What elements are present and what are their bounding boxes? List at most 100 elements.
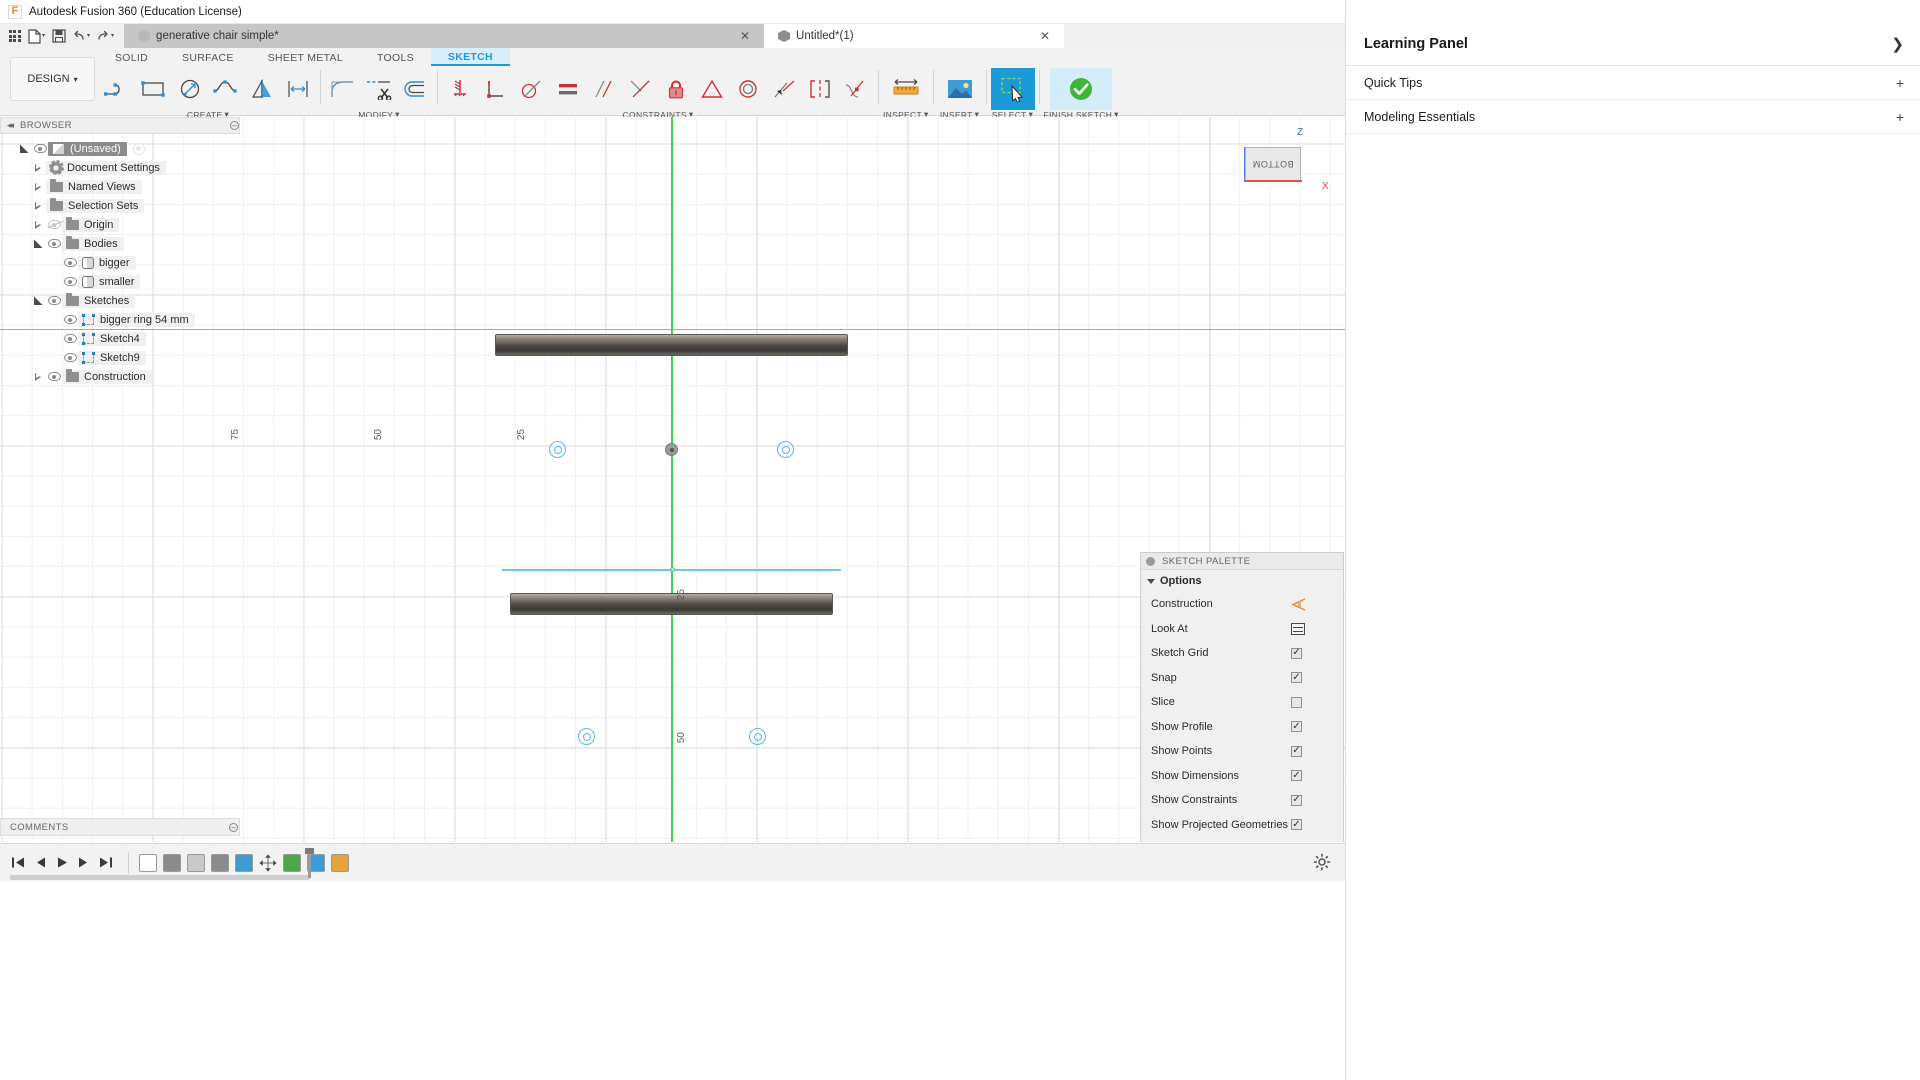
twisty-down-icon[interactable] bbox=[16, 144, 32, 153]
tree-item-bodies[interactable]: Bodies bbox=[0, 234, 240, 253]
tree-label-selection-sets[interactable]: Selection Sets bbox=[46, 199, 144, 213]
skip-to-end-icon[interactable] bbox=[98, 855, 114, 871]
tree-label-bodies[interactable]: Bodies bbox=[62, 237, 124, 251]
learning-row-modeling-essentials[interactable]: Modeling Essentials + bbox=[1346, 100, 1920, 134]
palette-row-show-dimensions[interactable]: Show Dimensions ✓ bbox=[1141, 764, 1343, 789]
finish-sketch-check-icon[interactable] bbox=[1050, 68, 1112, 110]
vertical-horizontal-constraint-icon[interactable] bbox=[802, 68, 838, 110]
timeline-scrollbar[interactable] bbox=[10, 875, 310, 880]
checkbox-show-projected-geometries[interactable]: ✓ bbox=[1291, 819, 1302, 830]
offset-tool-icon[interactable] bbox=[397, 68, 433, 110]
parallel-constraint-icon[interactable] bbox=[586, 68, 622, 110]
sketch-point-lower-right[interactable] bbox=[749, 728, 766, 745]
select-cursor-icon[interactable] bbox=[991, 68, 1035, 110]
fillet-tool-icon[interactable] bbox=[325, 68, 361, 110]
step-forward-icon[interactable] bbox=[76, 855, 92, 871]
tree-item-sketches[interactable]: Sketches bbox=[0, 291, 240, 310]
palette-row-show-constraints[interactable]: Show Constraints ✓ bbox=[1141, 788, 1343, 813]
fix-constraint-icon[interactable] bbox=[442, 68, 478, 110]
ribbon-tab-surface[interactable]: SURFACE bbox=[165, 48, 251, 66]
mirror-tool-icon[interactable] bbox=[244, 68, 280, 110]
twisty-right-icon[interactable] bbox=[30, 183, 46, 191]
body-smaller[interactable] bbox=[510, 593, 833, 615]
learning-row-quick-tips[interactable]: Quick Tips + bbox=[1346, 66, 1920, 100]
tree-label-sketch4[interactable]: Sketch4 bbox=[78, 332, 146, 346]
tree-item-bigger-ring-54mm[interactable]: bigger ring 54 mm bbox=[0, 310, 240, 329]
line-tool-icon[interactable] bbox=[100, 68, 136, 110]
view-cube[interactable]: Z X BOTTOM bbox=[1237, 127, 1327, 205]
collapse-panel-icon[interactable]: ◂◂ bbox=[7, 120, 12, 131]
sketch-origin-point[interactable] bbox=[665, 443, 678, 456]
sketch-construction-line[interactable] bbox=[502, 569, 841, 571]
step-back-icon[interactable] bbox=[32, 855, 48, 871]
tree-item-unsaved[interactable]: (Unsaved) bbox=[0, 139, 240, 158]
palette-row-show-profile[interactable]: Show Profile ✓ bbox=[1141, 715, 1343, 740]
expand-quick-tips-icon[interactable]: + bbox=[1896, 75, 1904, 91]
twisty-right-icon[interactable] bbox=[30, 221, 46, 229]
tree-label-document-settings[interactable]: Document Settings bbox=[46, 161, 166, 175]
expand-modeling-essentials-icon[interactable]: + bbox=[1896, 109, 1904, 125]
checkbox-sketch-grid[interactable]: ✓ bbox=[1291, 648, 1302, 659]
ribbon-tab-solid[interactable]: SOLID bbox=[98, 48, 165, 66]
save-icon[interactable] bbox=[49, 25, 68, 47]
timeline-item[interactable] bbox=[331, 854, 349, 872]
timeline-item[interactable] bbox=[235, 854, 253, 872]
checkbox-show-profile[interactable]: ✓ bbox=[1291, 721, 1302, 732]
skip-to-start-icon[interactable] bbox=[10, 855, 26, 871]
palette-row-slice[interactable]: Slice bbox=[1141, 690, 1343, 715]
palette-section-options[interactable]: Options bbox=[1141, 570, 1343, 592]
tree-item-document-settings[interactable]: Document Settings bbox=[0, 158, 240, 177]
tree-item-bigger[interactable]: bigger bbox=[0, 253, 240, 272]
tree-label-sketch9[interactable]: Sketch9 bbox=[78, 351, 146, 365]
spline-tool-icon[interactable] bbox=[208, 68, 244, 110]
twisty-right-icon[interactable] bbox=[30, 373, 46, 381]
undo-icon[interactable]: ▾ bbox=[70, 25, 92, 47]
visibility-eye-icon[interactable] bbox=[62, 334, 78, 343]
tree-label-sketches[interactable]: Sketches bbox=[62, 294, 135, 308]
browser-panel-handle[interactable]: – bbox=[230, 117, 244, 134]
body-bigger[interactable] bbox=[495, 334, 848, 356]
tree-label-unsaved[interactable]: (Unsaved) bbox=[48, 142, 127, 156]
document-tab-generative-chair[interactable]: generative chair simple* ✕ bbox=[124, 24, 764, 48]
tree-item-selection-sets[interactable]: Selection Sets bbox=[0, 196, 240, 215]
twisty-right-icon[interactable] bbox=[30, 202, 46, 210]
timeline-item[interactable] bbox=[139, 854, 157, 872]
rectangle-tool-icon[interactable] bbox=[136, 68, 172, 110]
tree-item-origin[interactable]: Origin bbox=[0, 215, 240, 234]
viewcube-face-bottom[interactable]: BOTTOM bbox=[1245, 147, 1301, 181]
checkbox-snap[interactable]: ✓ bbox=[1291, 672, 1302, 683]
palette-row-3d-sketch[interactable]: 3D Sketch ✓ bbox=[1141, 837, 1343, 842]
play-icon[interactable] bbox=[54, 855, 70, 871]
palette-row-show-points[interactable]: Show Points ✓ bbox=[1141, 739, 1343, 764]
sketch-point-upper-left[interactable] bbox=[549, 441, 566, 458]
palette-pin-icon[interactable] bbox=[1146, 557, 1155, 566]
curvature-constraint-icon[interactable] bbox=[838, 68, 874, 110]
tree-label-named-views[interactable]: Named Views bbox=[46, 180, 142, 194]
visibility-eye-icon[interactable] bbox=[46, 239, 62, 248]
active-tab-close-icon[interactable]: ✕ bbox=[1026, 29, 1050, 43]
file-icon[interactable]: ▾ bbox=[26, 25, 47, 47]
timeline-item[interactable] bbox=[163, 854, 181, 872]
palette-row-construction[interactable]: Construction bbox=[1141, 592, 1343, 617]
document-tab-close-icon[interactable]: ✕ bbox=[726, 29, 750, 43]
palette-row-sketch-grid[interactable]: Sketch Grid ✓ bbox=[1141, 641, 1343, 666]
comments-panel[interactable]: COMMENTS – bbox=[0, 818, 240, 836]
redo-icon[interactable]: ▾ bbox=[94, 25, 116, 47]
twisty-right-icon[interactable] bbox=[30, 164, 46, 172]
sketch-point-upper-right[interactable] bbox=[777, 441, 794, 458]
ribbon-tab-tools[interactable]: TOOLS bbox=[360, 48, 431, 66]
look-at-icon[interactable] bbox=[1291, 623, 1343, 635]
dimension-tool-icon[interactable] bbox=[280, 68, 316, 110]
midpoint-constraint-icon[interactable] bbox=[622, 68, 658, 110]
tree-item-named-views[interactable]: Named Views bbox=[0, 177, 240, 196]
activate-component-radio[interactable] bbox=[133, 143, 145, 155]
concentric-constraint-icon[interactable] bbox=[730, 68, 766, 110]
palette-row-show-projected-geometries[interactable]: Show Projected Geometries ✓ bbox=[1141, 813, 1343, 838]
twisty-down-icon[interactable] bbox=[30, 296, 46, 305]
palette-row-snap[interactable]: Snap ✓ bbox=[1141, 666, 1343, 691]
tree-label-bigger-ring[interactable]: bigger ring 54 mm bbox=[78, 313, 195, 327]
tree-item-smaller[interactable]: smaller bbox=[0, 272, 240, 291]
timeline-item[interactable] bbox=[259, 854, 277, 872]
trim-tool-icon[interactable] bbox=[361, 68, 397, 110]
document-tab-untitled[interactable]: Untitled*(1) ✕ bbox=[764, 24, 1064, 48]
